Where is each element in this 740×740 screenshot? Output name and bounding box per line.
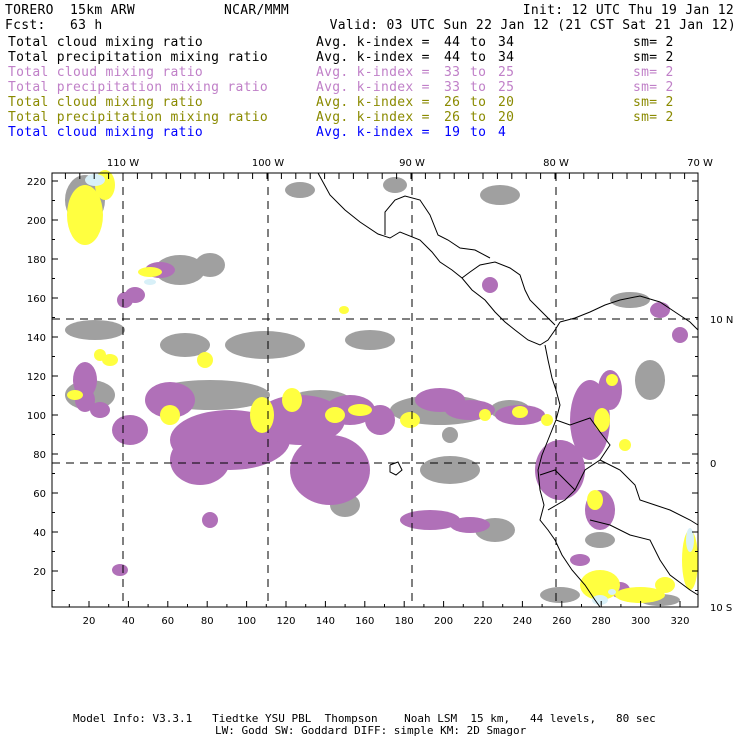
cyan-cloud-area — [608, 589, 616, 595]
x-tick-label: 140 — [316, 616, 335, 627]
yellow-cloud-area — [619, 439, 631, 451]
yellow-cloud-area — [67, 390, 83, 400]
yellow-cloud-area — [160, 405, 180, 425]
x-tick-label: 200 — [434, 616, 453, 627]
x-tick-label: 320 — [670, 616, 689, 627]
gray-cloud-area — [225, 331, 305, 359]
yellow-cloud-area — [479, 409, 491, 421]
y-tick-label: 80 — [33, 450, 46, 461]
lon-label: 90 W — [399, 158, 425, 169]
gray-cloud-area — [442, 427, 458, 443]
purple-cloud-area — [672, 327, 688, 343]
gray-cloud-area — [585, 532, 615, 548]
lat-label: 10 N — [710, 315, 733, 326]
yellow-cloud-area — [94, 349, 106, 361]
purple-cloud-area — [90, 402, 110, 418]
y-tick-label: 20 — [33, 567, 46, 578]
lon-label: 80 W — [543, 158, 569, 169]
x-tick-label: 40 — [122, 616, 135, 627]
coastline-mexico — [317, 172, 561, 346]
purple-cloud-area — [202, 512, 218, 528]
x-tick-label: 220 — [473, 616, 492, 627]
gray-cloud-area — [345, 330, 395, 350]
gray-cloud-area — [383, 177, 407, 193]
purple-cloud-area — [450, 517, 490, 533]
x-tick-label: 180 — [395, 616, 414, 627]
gray-cloud-area — [480, 185, 520, 205]
x-tick-label: 120 — [276, 616, 295, 627]
purple-cloud-area — [290, 435, 370, 505]
x-tick-label: 80 — [201, 616, 214, 627]
lon-label: 70 W — [687, 158, 713, 169]
x-tick-label: 160 — [355, 616, 374, 627]
purple-cloud-area — [482, 277, 498, 293]
yellow-cloud-area — [197, 352, 213, 368]
footer-physics-info: LW: Godd SW: Goddard DIFF: simple KM: 2D… — [215, 724, 527, 737]
purple-cloud-area — [112, 564, 128, 576]
y-tick-label: 100 — [27, 411, 46, 422]
lon-label: 110 W — [107, 158, 139, 169]
y-tick-label: 60 — [33, 489, 46, 500]
yellow-cloud-area — [348, 404, 372, 416]
lat-label: 0 — [710, 459, 716, 470]
gray-cloud-area — [635, 360, 665, 400]
yellow-cloud-area — [606, 374, 618, 386]
x-tick-label: 20 — [83, 616, 96, 627]
x-tick-label: 60 — [161, 616, 174, 627]
y-tick-label: 120 — [27, 372, 46, 383]
coastline-gulf — [384, 195, 491, 259]
island-galapagos — [389, 461, 403, 476]
y-tick-label: 180 — [27, 255, 46, 266]
map-plot: 110 W 100 W 90 W 80 W 70 W 10 N 0 10 S 20 40 60 80 1… — [27, 158, 733, 627]
y-tick-label: 160 — [27, 294, 46, 305]
yellow-cloud-area — [594, 408, 610, 432]
yellow-cloud-area — [250, 397, 274, 433]
purple-cloud-area — [112, 415, 148, 445]
border-peru-brazil — [599, 459, 699, 526]
x-tick-label: 260 — [552, 616, 571, 627]
gray-cloud-area — [610, 292, 650, 308]
x-tick-label: 300 — [631, 616, 650, 627]
gray-cloud-area — [195, 253, 225, 277]
yellow-cloud-area — [541, 414, 553, 426]
gray-cloud-area — [65, 320, 125, 340]
gray-cloud-area — [540, 587, 580, 603]
yellow-cloud-area — [587, 490, 603, 510]
x-tick-label: 240 — [513, 616, 532, 627]
purple-cloud-area — [650, 302, 670, 318]
yellow-cloud-area — [138, 267, 162, 277]
y-tick-label: 140 — [27, 333, 46, 344]
cyan-cloud-area — [144, 279, 156, 285]
gray-cloud-area — [285, 182, 315, 198]
yellow-cloud-area — [655, 577, 675, 593]
yellow-cloud-area — [282, 388, 302, 412]
gray-cloud-area — [420, 456, 480, 484]
x-tick-label: 280 — [592, 616, 611, 627]
yellow-cloud-area — [325, 407, 345, 423]
purple-cloud-area — [125, 287, 145, 303]
y-tick-label: 220 — [27, 177, 46, 188]
purple-cloud-area — [170, 435, 230, 485]
yellow-cloud-area — [339, 306, 349, 314]
lon-label: 100 W — [252, 158, 284, 169]
yellow-cloud-area — [400, 412, 420, 428]
lat-label: 10 S — [710, 603, 732, 614]
y-tick-label: 200 — [27, 216, 46, 227]
yellow-cloud-area — [512, 406, 528, 418]
y-tick-label: 40 — [33, 528, 46, 539]
purple-cloud-area — [570, 554, 590, 566]
x-tick-label: 100 — [237, 616, 256, 627]
cyan-cloud-area — [85, 174, 105, 186]
